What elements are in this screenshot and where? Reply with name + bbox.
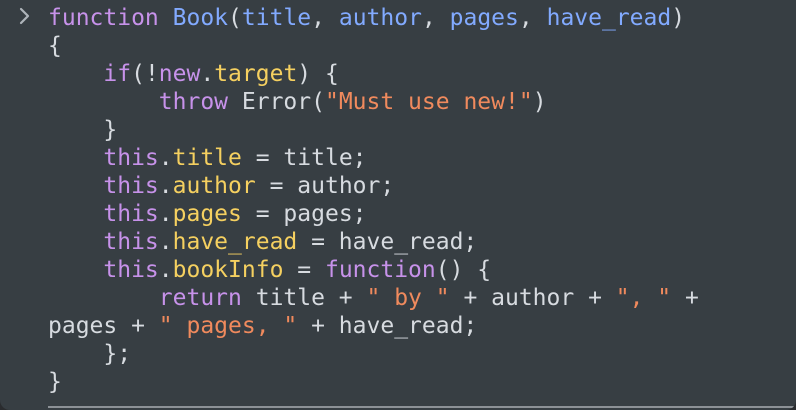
code-token: Error( <box>228 89 325 115</box>
code-token: author <box>172 173 256 199</box>
code-line: function Book(title, author, pages, have… <box>48 4 699 32</box>
code-token: this <box>103 145 159 171</box>
code-token: this <box>103 173 159 199</box>
code-token: new <box>158 61 201 87</box>
code-token: title <box>241 5 312 31</box>
code-token: = pages; <box>241 201 367 227</box>
code-token: . <box>158 229 173 255</box>
code-token: = <box>283 257 325 283</box>
code-token: + <box>671 285 699 311</box>
code-line: this.author = author; <box>48 172 699 200</box>
code-token: function <box>48 5 159 31</box>
code-token: " pages, " <box>158 313 298 339</box>
code-token: pages <box>172 201 242 227</box>
code-token: ) <box>671 5 686 31</box>
code-token: (! <box>131 61 159 87</box>
code-token: bookInfo <box>172 257 284 283</box>
code-token: } <box>48 117 118 143</box>
code-token: Book <box>172 5 229 31</box>
code-token: target <box>214 61 298 87</box>
code-token: ) { <box>297 61 339 87</box>
code-line: } <box>48 368 699 396</box>
code-token: }; <box>48 341 132 367</box>
code-token: . <box>158 145 173 171</box>
code-token: this <box>103 257 159 283</box>
code-token: return <box>158 285 242 311</box>
chevron-right-icon-svg <box>19 7 30 25</box>
code-token: ", " <box>615 285 672 311</box>
code-token: + author + <box>449 285 616 311</box>
code-token: throw <box>158 89 229 115</box>
code-line: this.title = title; <box>48 144 699 172</box>
code-token: . <box>158 201 173 227</box>
code-token: "Must use new!" <box>324 89 533 115</box>
code-token: = author; <box>255 173 395 199</box>
code-line: if(!new.target) { <box>48 60 699 88</box>
code-token: , <box>518 5 547 31</box>
code-line: { <box>48 32 699 60</box>
code-token: if <box>103 61 132 87</box>
code-token: . <box>158 173 173 199</box>
code-token: . <box>200 61 215 87</box>
code-line: throw Error("Must use new!") <box>48 88 699 116</box>
code-line: this.have_read = have_read; <box>48 228 699 256</box>
code-line: return title + " by " + author + ", " + <box>48 284 699 312</box>
code-token: ) <box>532 89 547 115</box>
chevron-right-icon[interactable] <box>18 7 40 29</box>
code-line: } <box>48 116 699 144</box>
code-token: { <box>48 33 62 59</box>
code-token: function <box>324 257 436 283</box>
code-token: , <box>421 5 450 31</box>
code-token: title + <box>241 285 367 311</box>
code-token: } <box>48 369 62 395</box>
code-token: this <box>103 229 159 255</box>
code-token: ( <box>228 5 242 31</box>
code-token: . <box>158 257 173 283</box>
code-token: have_read <box>546 5 672 31</box>
code-token: pages <box>449 5 519 31</box>
code-line: pages + " pages, " + have_read; <box>48 312 699 340</box>
code-token: title <box>172 145 242 171</box>
code-token: , <box>311 5 339 31</box>
devtools-console[interactable]: function Book(title, author, pages, have… <box>0 0 796 410</box>
code-token: this <box>103 201 159 227</box>
code-token: = title; <box>241 145 367 171</box>
code-token: " by " <box>366 285 450 311</box>
code-token: author <box>338 5 422 31</box>
code-token: = have_read; <box>297 229 478 255</box>
code-block: function Book(title, author, pages, have… <box>48 4 699 396</box>
code-line: }; <box>48 340 699 368</box>
code-line: this.pages = pages; <box>48 200 699 228</box>
code-token: + have_read; <box>297 313 478 339</box>
code-line: this.bookInfo = function() { <box>48 256 699 284</box>
code-token: () { <box>435 257 492 283</box>
input-divider <box>48 406 796 408</box>
code-token: have_read <box>172 229 298 255</box>
code-token: pages + <box>48 313 159 339</box>
